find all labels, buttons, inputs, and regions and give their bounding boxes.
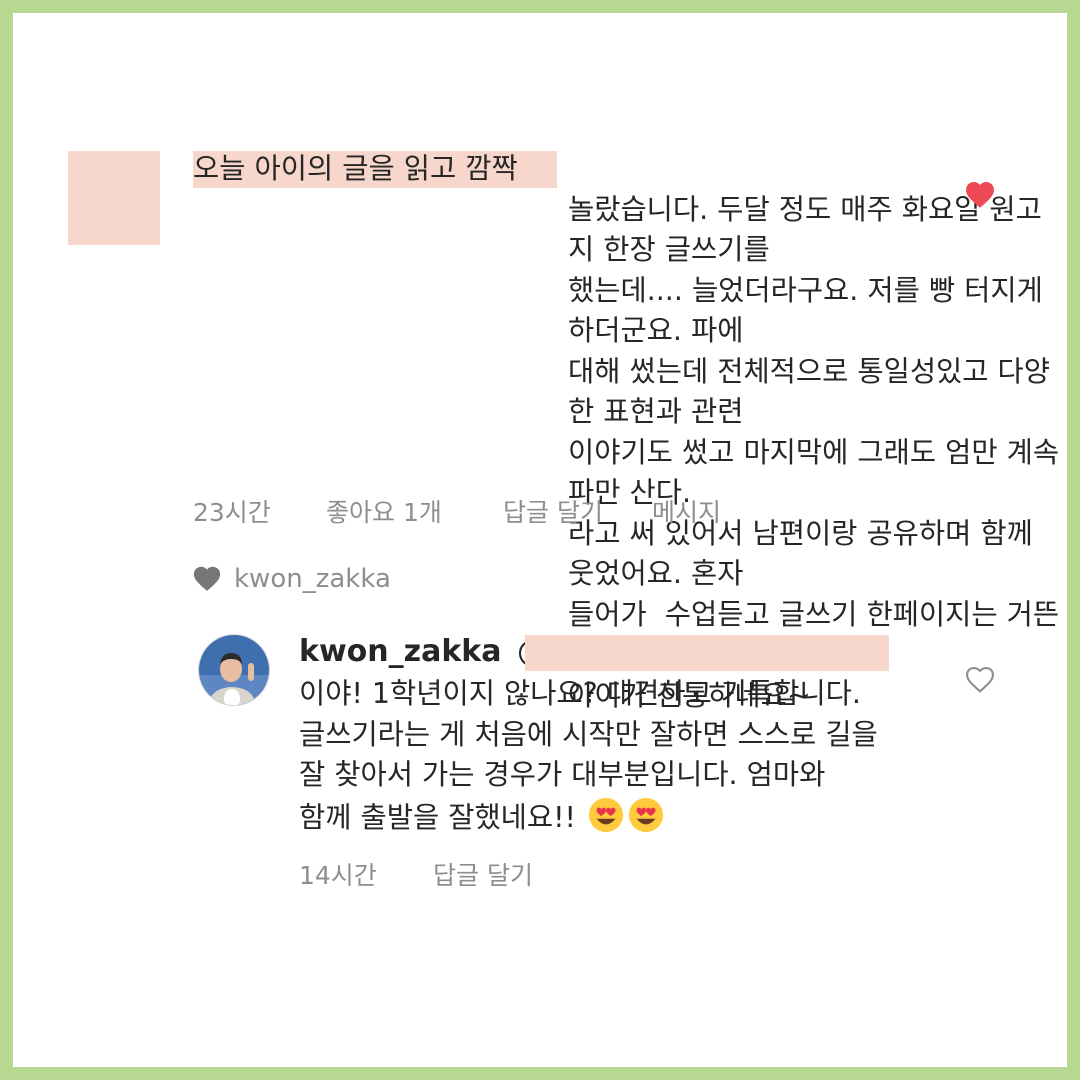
liked-by-heart-icon [193,566,221,591]
heart-eyes-emoji-icon [588,797,624,832]
reply-avatar[interactable] [198,634,270,706]
commenter-avatar-redacted[interactable] [68,151,160,245]
reply-mention-redacted[interactable] [525,635,889,671]
like-heart-outline-icon[interactable] [964,664,996,694]
reply-text-line-1: 이야! 1학년이지 않나요? 대견하고 기특합니다. [299,677,861,710]
reply-text: 이야! 1학년이지 않나요? 대견하고 기특합니다. 글쓰기라는 게 처음에 시… [299,674,878,838]
comment-text: 오늘 아이의 글을 읽고 깜짝 놀랐습니다. 두달 정도 매주 화요일 원고지 … [193,152,1060,712]
reply-username[interactable]: kwon_zakka [299,634,502,669]
reply-text-line-2: 글쓰기라는 게 처음에 시작만 잘하면 스스로 길을 [299,717,878,751]
comment-card: 오늘 아이의 글을 읽고 깜짝 놀랐습니다. 두달 정도 매주 화요일 원고지 … [13,13,1067,1067]
heart-eyes-emoji-icon [628,797,664,832]
comment-message-button[interactable]: 메시지 [652,493,721,529]
reply-header: kwon_zakka @ [299,632,547,672]
reply-text-line-3: 잘 찾아서 가는 경우가 대부분입니다. 엄마와 [299,758,826,791]
reply-avatar-image [199,635,269,705]
comment-reply-button[interactable]: 답글 달기 [503,493,603,529]
comment-time: 23시간 [193,498,271,527]
reply-text-line-4: 함께 출발을 잘했네요!! [299,796,878,839]
liked-by-username[interactable]: kwon_zakka [234,564,391,594]
reply-reply-button[interactable]: 답글 달기 [433,856,533,892]
reply-text-line-4-text: 함께 출발을 잘했네요!! [299,800,586,834]
liked-heart-icon[interactable] [964,179,996,209]
comment-likes-link[interactable]: 좋아요 1개 [326,493,442,529]
reply-time: 14시간 [299,861,377,890]
